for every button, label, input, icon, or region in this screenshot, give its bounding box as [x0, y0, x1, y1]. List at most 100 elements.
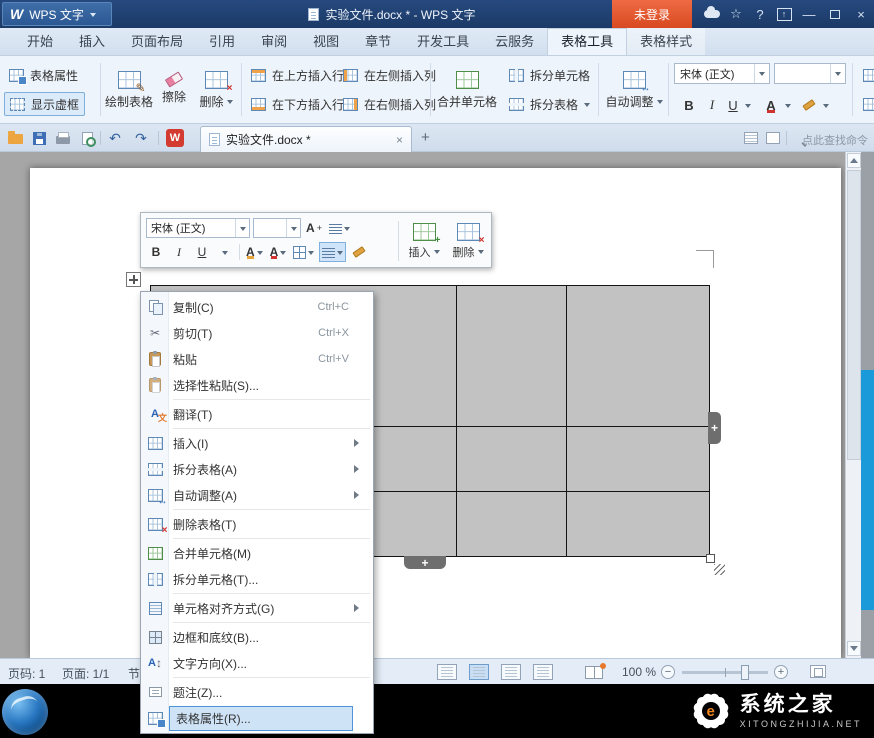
doc-list-button[interactable]: [742, 130, 760, 146]
zoom-in-button[interactable]: +: [774, 665, 788, 679]
mini-bold-button[interactable]: B: [146, 242, 166, 262]
tab-insert[interactable]: 插入: [66, 28, 118, 55]
mini-align-button[interactable]: [319, 242, 346, 262]
context-menu-item-text-direction[interactable]: A↕ 文字方向(X)...: [141, 650, 373, 676]
find-command-box[interactable]: 点此查找命令: [802, 132, 868, 148]
layout-switch-button[interactable]: [764, 130, 782, 146]
tab-references[interactable]: 引用: [196, 28, 248, 55]
cloud-sync-icon[interactable]: [700, 0, 724, 28]
zoom-slider-track[interactable]: [682, 671, 768, 674]
undo-button[interactable]: ↶: [106, 130, 124, 146]
tab-developer[interactable]: 开发工具: [404, 28, 482, 55]
context-menu-item-caption[interactable]: 题注(Z)...: [141, 679, 373, 705]
diagonal-header-button[interactable]: [858, 63, 874, 87]
view-mode-outline[interactable]: [501, 664, 521, 680]
context-menu-item-split-cells[interactable]: 拆分单元格(T)...: [141, 566, 373, 592]
eraser-button[interactable]: 擦除: [156, 59, 192, 121]
context-menu-item-paste-special[interactable]: 选择性粘贴(S)...: [141, 372, 373, 398]
mini-font-color-button[interactable]: A: [268, 242, 289, 262]
view-mode-web[interactable]: [533, 664, 553, 680]
redo-button[interactable]: ↷: [132, 130, 150, 146]
scroll-down-button[interactable]: [847, 641, 861, 656]
table-move-handle[interactable]: [126, 272, 141, 287]
insert-row-above-button[interactable]: 在上方插入行: [246, 63, 349, 87]
combo-arrow[interactable]: [754, 64, 769, 83]
new-tab-button[interactable]: +: [421, 129, 430, 146]
maximize-button[interactable]: [822, 0, 848, 28]
more-table-button[interactable]: [858, 92, 874, 116]
highlight-dropdown[interactable]: [820, 94, 832, 116]
font-name-combo[interactable]: 宋体 (正文): [674, 63, 770, 84]
underline-dropdown[interactable]: [742, 94, 754, 116]
table-properties-button[interactable]: 表格属性: [4, 63, 83, 87]
draw-table-button[interactable]: ✎ 绘制表格: [104, 59, 154, 121]
save-button[interactable]: [30, 130, 48, 146]
start-button[interactable]: [2, 689, 48, 735]
open-button[interactable]: [6, 130, 24, 146]
context-menu-item-borders-shading[interactable]: 边框和底纹(B)...: [141, 624, 373, 650]
format-painter-button[interactable]: [349, 242, 369, 262]
context-menu-item-copy[interactable]: 复制(C) Ctrl+C: [141, 294, 373, 320]
spellcheck-book-icon[interactable]: [585, 666, 603, 679]
scrollbar-thumb[interactable]: [847, 170, 861, 460]
merge-cells-button[interactable]: 合并单元格: [434, 59, 500, 121]
mini-font-size-combo[interactable]: [253, 218, 301, 238]
show-gridlines-toggle[interactable]: 显示虚框: [4, 92, 85, 116]
favorite-icon[interactable]: ☆: [724, 0, 748, 28]
mini-font-name-combo[interactable]: 宋体 (正文): [146, 218, 250, 238]
font-size-combo[interactable]: [774, 63, 846, 84]
zoom-out-button[interactable]: −: [661, 665, 675, 679]
tab-cloud[interactable]: 云服务: [482, 28, 547, 55]
tab-home[interactable]: 开始: [14, 28, 66, 55]
context-menu-item-translate[interactable]: A文 翻译(T): [141, 401, 373, 427]
insert-col-right-button[interactable]: 在右侧插入列: [338, 92, 441, 116]
print-preview-button[interactable]: [78, 130, 96, 146]
autofit-button[interactable]: ↔ 自动调整: [602, 59, 666, 121]
vertical-scrollbar[interactable]: [845, 152, 861, 658]
context-menu-item-autofit[interactable]: ↔ 自动调整(A): [141, 482, 373, 508]
grow-font-button[interactable]: A+: [304, 218, 324, 238]
context-menu-item-delete-table[interactable]: × 删除表格(T): [141, 511, 373, 537]
insert-col-left-button[interactable]: 在左侧插入列: [338, 63, 441, 87]
print-button[interactable]: [54, 130, 72, 146]
tab-table-style[interactable]: 表格样式: [627, 28, 705, 55]
mini-delete-button[interactable]: × 删除: [447, 218, 489, 264]
fullscreen-button[interactable]: ↑: [772, 0, 796, 28]
font-color-dropdown[interactable]: [782, 94, 794, 116]
mini-underline-button[interactable]: U: [192, 242, 212, 262]
zoom-slider-thumb[interactable]: [741, 665, 749, 680]
tab-review[interactable]: 审阅: [248, 28, 300, 55]
close-button[interactable]: ×: [848, 0, 874, 28]
fit-page-button[interactable]: [810, 665, 826, 678]
underline-button[interactable]: U: [724, 94, 742, 116]
highlight-button[interactable]: [798, 94, 820, 116]
help-icon[interactable]: ?: [748, 0, 772, 28]
combo-arrow[interactable]: [830, 64, 845, 83]
mini-highlight-button[interactable]: A: [244, 242, 265, 262]
login-button[interactable]: 未登录: [612, 0, 692, 28]
mini-borders-button[interactable]: [291, 242, 316, 262]
italic-button[interactable]: I: [702, 94, 722, 116]
context-menu-item-insert[interactable]: 插入(I): [141, 430, 373, 456]
context-menu-item-cut[interactable]: ✂ 剪切(T) Ctrl+X: [141, 320, 373, 346]
delete-dropdown-button[interactable]: × 删除: [194, 59, 238, 121]
tab-page-layout[interactable]: 页面布局: [118, 28, 196, 55]
tab-view[interactable]: 视图: [300, 28, 352, 55]
scroll-up-button[interactable]: [847, 153, 861, 168]
view-mode-page[interactable]: [469, 664, 489, 680]
wps-menu-button[interactable]: W WPS 文字: [2, 2, 112, 26]
context-menu-item-table-properties[interactable]: 表格属性(R)...: [141, 705, 373, 731]
line-spacing-button[interactable]: [327, 218, 352, 238]
document-tab[interactable]: 实验文件.docx * ×: [200, 126, 412, 152]
split-cells-button[interactable]: 拆分单元格: [504, 63, 595, 87]
tab-table-tools[interactable]: 表格工具: [547, 28, 627, 55]
insert-row-below-button[interactable]: 在下方插入行: [246, 92, 349, 116]
table-resize-handle[interactable]: [706, 554, 715, 563]
add-column-button[interactable]: +: [708, 412, 721, 444]
add-row-button[interactable]: +: [404, 556, 446, 569]
resize-corner-icon[interactable]: [714, 564, 725, 575]
mini-italic-button[interactable]: I: [169, 242, 189, 262]
bold-button[interactable]: B: [678, 94, 700, 116]
close-tab-icon[interactable]: ×: [396, 133, 403, 147]
context-menu-item-split-table[interactable]: 拆分表格(A): [141, 456, 373, 482]
